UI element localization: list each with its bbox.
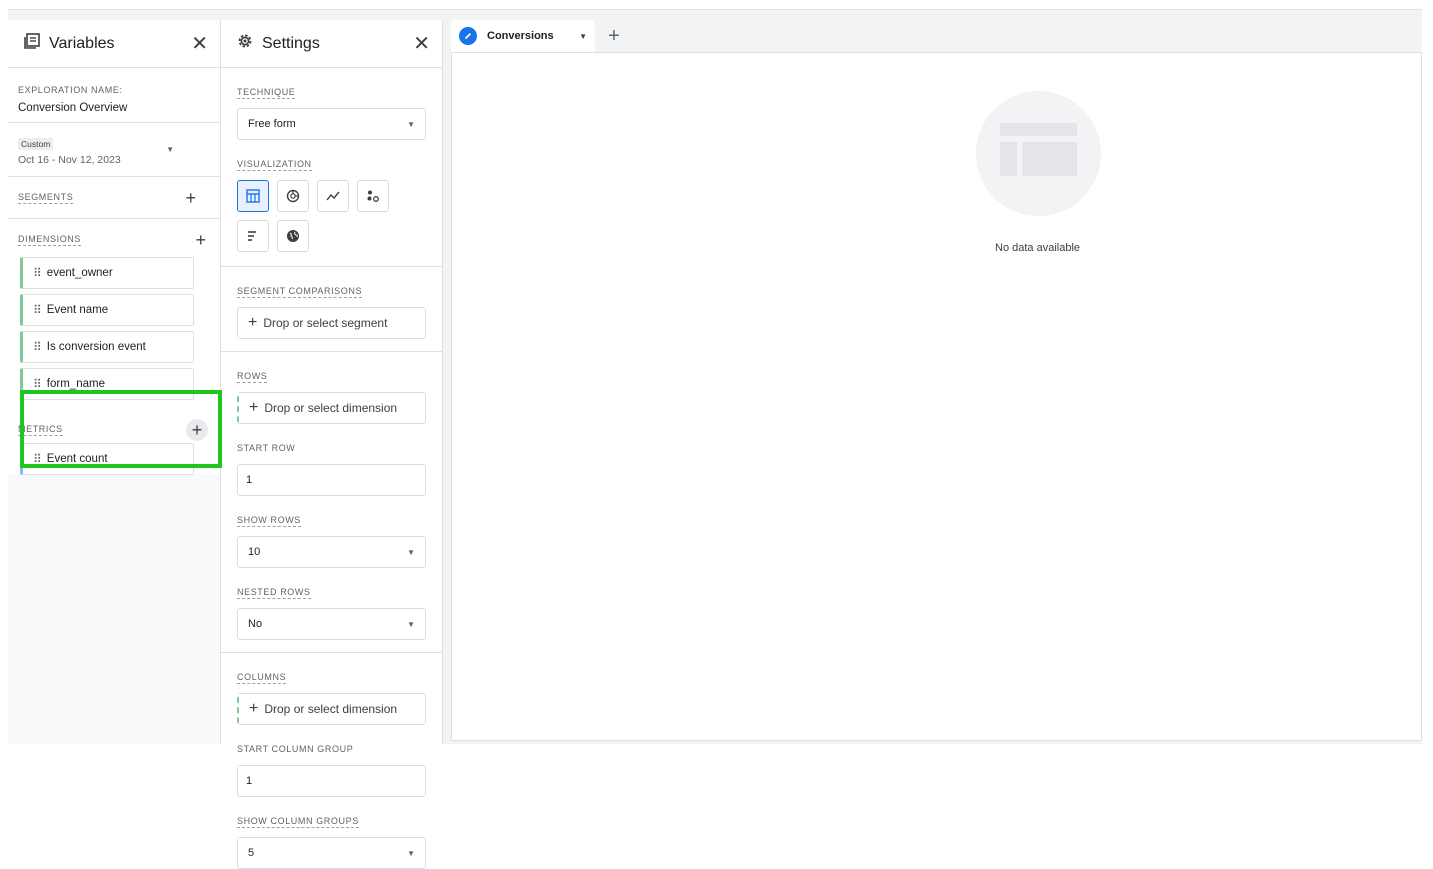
tab-conversions[interactable]: Conversions ▼: [451, 20, 595, 52]
variables-header: Variables ✕: [8, 20, 220, 68]
metrics-section: METRICS + ⠿ Event count: [8, 405, 220, 475]
variables-content: Variables ✕ EXPLORATION NAME: Conversion…: [8, 20, 221, 475]
start-row-label: START ROW: [237, 443, 296, 453]
technique-dropdown[interactable]: Free form ▼: [237, 108, 426, 140]
settings-content: Settings ✕ TECHNIQUE Free form ▼ VISUALI…: [221, 20, 442, 869]
drag-handle-icon[interactable]: ⠿: [33, 266, 42, 280]
tab-bar: Conversions ▼ +: [451, 20, 1422, 52]
drag-handle-icon[interactable]: ⠿: [33, 303, 42, 317]
tab-label: Conversions: [487, 30, 554, 42]
show-rows-value: 10: [248, 546, 261, 558]
show-column-groups-dropdown[interactable]: 5 ▼: [237, 837, 426, 869]
nested-rows-label: NESTED ROWS: [237, 587, 311, 599]
show-rows-dropdown[interactable]: 10 ▼: [237, 536, 426, 568]
gear-icon: [236, 32, 254, 55]
chevron-down-icon: ▼: [166, 145, 174, 154]
chevron-down-icon: ▼: [407, 119, 415, 129]
technique-value: Free form: [248, 118, 296, 130]
chevron-down-icon: ▼: [407, 619, 415, 629]
drag-handle-icon[interactable]: ⠿: [33, 452, 42, 466]
drag-handle-icon[interactable]: ⠿: [33, 340, 42, 354]
rows-section: ROWS + Drop or select dimension START RO…: [221, 352, 442, 653]
globe-icon[interactable]: [277, 220, 309, 252]
plus-icon: +: [249, 700, 259, 717]
plus-icon: +: [249, 399, 259, 416]
segments-section: SEGMENTS +: [8, 177, 220, 219]
technique-label: TECHNIQUE: [237, 87, 296, 99]
plus-icon: +: [248, 314, 258, 331]
segment-dropzone-label: Drop or select segment: [263, 316, 388, 330]
variables-icon: [23, 32, 41, 55]
dimension-label: Event name: [46, 304, 109, 316]
bar-chart-icon[interactable]: [237, 220, 269, 252]
empty-table-illustration: [976, 91, 1101, 216]
chevron-down-icon: ▼: [407, 547, 415, 557]
drag-handle-icon[interactable]: ⠿: [33, 377, 42, 391]
segment-comparisons-label: SEGMENT COMPARISONS: [237, 286, 363, 298]
show-column-groups-value: 5: [248, 847, 255, 859]
chevron-down-icon[interactable]: ▼: [579, 32, 587, 41]
chevron-down-icon: ▼: [407, 848, 415, 858]
dimension-chip[interactable]: ⠿ Is conversion event: [20, 331, 194, 363]
edit-pencil-icon[interactable]: [459, 27, 477, 45]
columns-label: COLUMNS: [237, 672, 287, 684]
exploration-app: Variables ✕ EXPLORATION NAME: Conversion…: [8, 9, 1422, 869]
visualization-label: VISUALIZATION: [237, 159, 312, 171]
nested-rows-dropdown[interactable]: No ▼: [237, 608, 426, 640]
variables-panel: Variables ✕ EXPLORATION NAME: Conversion…: [8, 20, 221, 744]
add-segment-icon[interactable]: +: [185, 189, 196, 207]
date-range-value: Oct 16 - Nov 12, 2023: [18, 153, 121, 166]
dimensions-label: DIMENSIONS: [18, 234, 82, 246]
nested-rows-value: No: [248, 618, 263, 630]
no-data-text: No data available: [995, 242, 1081, 254]
start-column-group-label: START COLUMN GROUP: [237, 744, 354, 754]
dimension-chip[interactable]: ⠿ form_name: [20, 368, 194, 400]
rows-dropzone[interactable]: + Drop or select dimension: [237, 392, 426, 424]
empty-canvas: No data available: [451, 52, 1422, 741]
columns-section: COLUMNS + Drop or select dimension START…: [221, 653, 442, 869]
dimension-label: Is conversion event: [46, 341, 146, 353]
metric-chip[interactable]: ⠿ Event count: [20, 443, 194, 475]
exploration-name-value[interactable]: Conversion Overview: [18, 102, 210, 114]
visualization-options: [237, 180, 397, 252]
exploration-name-label: EXPLORATION NAME:: [18, 85, 123, 95]
segment-dropzone[interactable]: + Drop or select segment: [237, 307, 426, 339]
donut-icon[interactable]: [277, 180, 309, 212]
add-tab-button[interactable]: +: [595, 20, 633, 52]
close-settings-icon[interactable]: ✕: [413, 34, 430, 54]
settings-header: Settings ✕: [221, 20, 442, 68]
dimension-chip[interactable]: ⠿ Event name: [20, 294, 194, 326]
scatter-icon[interactable]: [357, 180, 389, 212]
technique-visualization-section: TECHNIQUE Free form ▼ VISUALIZATION: [221, 68, 442, 267]
segment-comparisons-section: SEGMENT COMPARISONS + Drop or select seg…: [221, 267, 442, 352]
start-row-input[interactable]: 1: [237, 464, 426, 496]
segments-label: SEGMENTS: [18, 191, 74, 204]
line-chart-icon[interactable]: [317, 180, 349, 212]
settings-title: Settings: [262, 34, 320, 52]
show-rows-label: SHOW ROWS: [237, 515, 301, 527]
columns-dropzone[interactable]: + Drop or select dimension: [237, 693, 426, 725]
close-variables-icon[interactable]: ✕: [191, 34, 208, 54]
rows-dropzone-label: Drop or select dimension: [264, 401, 398, 415]
settings-panel: Settings ✕ TECHNIQUE Free form ▼ VISUALI…: [221, 20, 443, 869]
date-range-selector[interactable]: Custom Oct 16 - Nov 12, 2023 ▼: [8, 123, 220, 177]
variables-title: Variables: [49, 34, 115, 52]
date-range-chip: Custom: [18, 137, 54, 150]
metric-label: Event count: [46, 453, 108, 465]
dimension-chip[interactable]: ⠿ event_owner: [20, 257, 194, 289]
columns-dropzone-label: Drop or select dimension: [264, 702, 398, 716]
metrics-label: METRICS: [18, 424, 63, 436]
rows-label: ROWS: [237, 371, 268, 383]
table-icon[interactable]: [237, 180, 269, 212]
exploration-canvas: Conversions ▼ + No data available: [451, 20, 1422, 744]
dimensions-section: DIMENSIONS + ⠿ event_owner ⠿ Event name ⠿ I…: [8, 219, 220, 400]
start-column-group-input[interactable]: 1: [237, 765, 426, 797]
show-column-groups-label: SHOW COLUMN GROUPS: [237, 816, 359, 828]
exploration-name-section: EXPLORATION NAME: Conversion Overview: [8, 68, 220, 123]
dimension-label: form_name: [46, 378, 105, 390]
add-dimension-icon[interactable]: +: [195, 231, 206, 249]
add-metric-icon[interactable]: +: [186, 419, 208, 441]
dimension-label: event_owner: [46, 267, 113, 279]
